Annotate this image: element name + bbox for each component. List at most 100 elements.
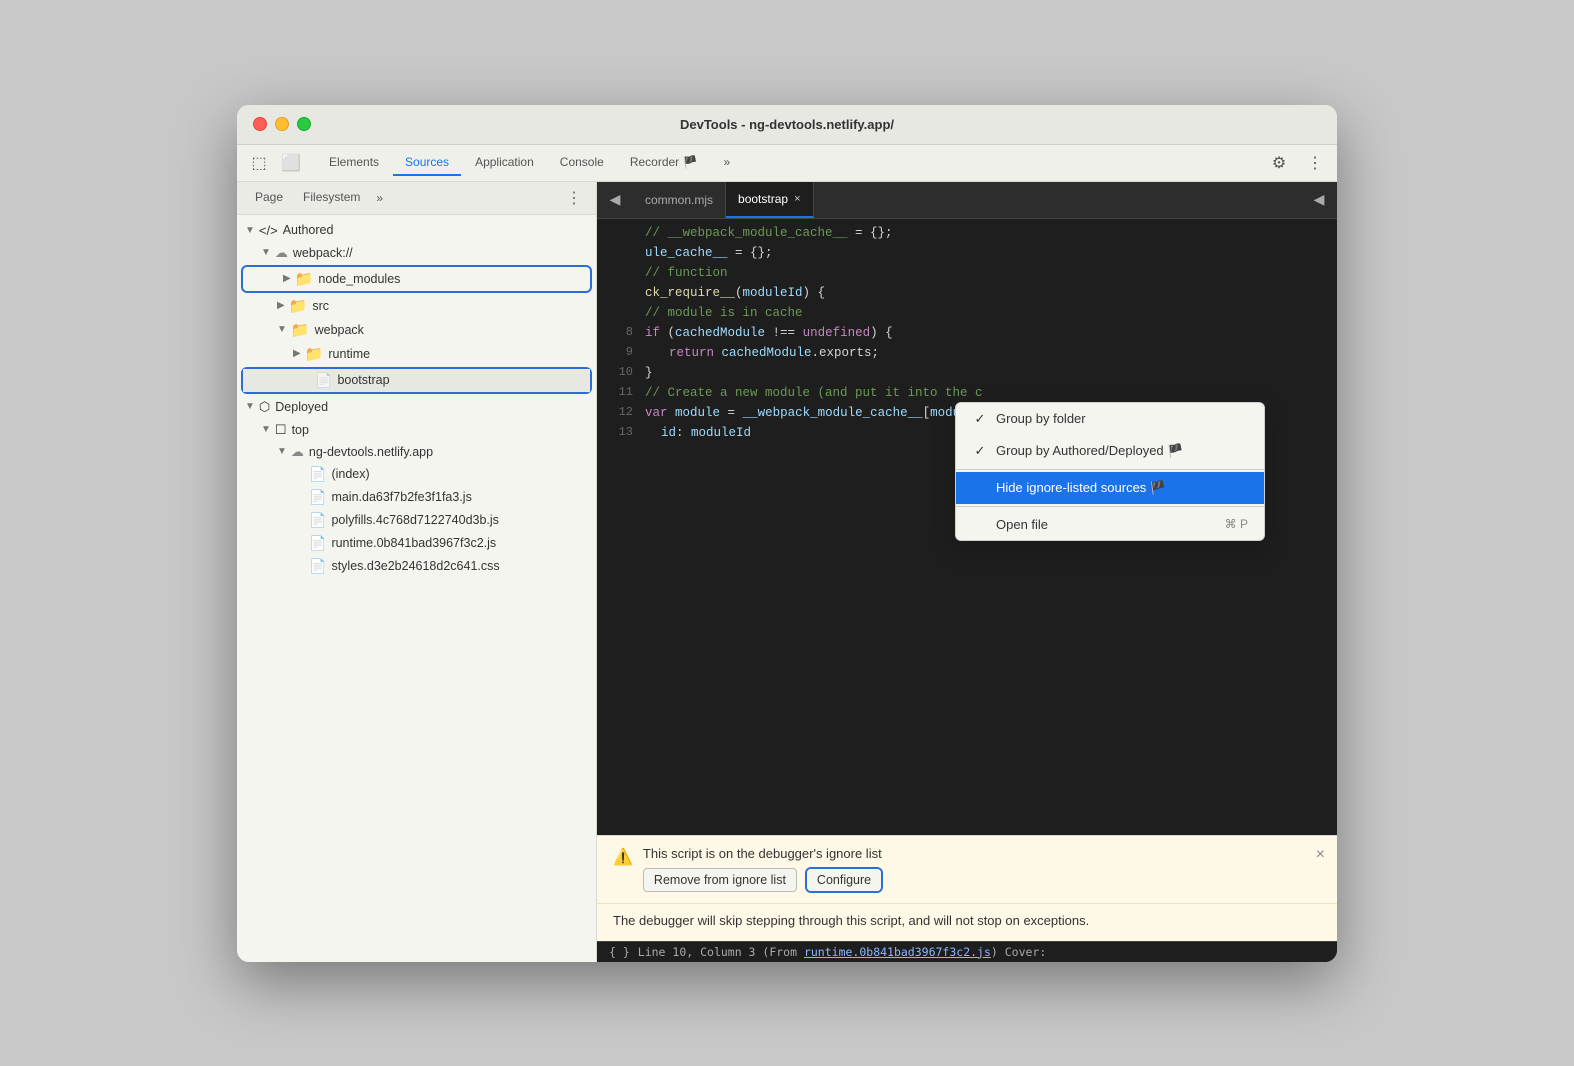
authored-section[interactable]: ▼ </> Authored [237,219,596,242]
editor-tab-bar: ◀ common.mjs bootstrap × ◀ [597,182,1337,219]
tab-sources[interactable]: Sources [393,150,461,176]
device-icon-btn[interactable]: ⬜ [277,149,305,177]
group-by-authored-item[interactable]: ✓ Group by Authored/Deployed 🏴 [956,435,1264,467]
tab-more[interactable]: » [711,150,742,176]
runtime-link[interactable]: runtime.0b841bad3967f3c2.js [804,945,991,959]
close-button[interactable] [253,117,267,131]
styles-file-icon: 📄 [309,558,326,575]
sidebar-tab-more[interactable]: » [370,185,389,211]
src-folder-icon: 📁 [289,297,308,315]
deployed-section[interactable]: ▼ ⬡ Deployed [237,395,596,419]
node-modules-box: ▶ 📁 node_modules [241,265,592,293]
top-label: top [292,423,309,437]
group-authored-label: Group by Authored/Deployed 🏴 [996,443,1183,459]
webpack-item[interactable]: ▼ ☁ webpack:// [237,242,596,264]
polyfills-label: polyfills.4c768d7122740d3b.js [331,513,499,527]
tab-recorder[interactable]: Recorder 🏴 [618,150,710,176]
settings-icon-btn[interactable]: ⚙ [1265,149,1293,177]
code-line-fn-def: ck_require__(moduleId) { [597,283,1337,303]
bootstrap-item[interactable]: 📄 bootstrap [243,369,590,392]
editor-tab-common[interactable]: common.mjs [633,182,726,218]
hide-ignore-listed-item[interactable]: Hide ignore-listed sources 🏴 [956,472,1264,504]
pretty-print-icon[interactable]: { } [609,945,630,959]
bootstrap-label: bootstrap [337,373,389,387]
src-item[interactable]: ▶ 📁 src [237,294,596,318]
cloud-icon: ☁ [275,245,288,261]
fullscreen-button[interactable] [297,117,311,131]
main-item[interactable]: 📄 main.da63f7b2fe3f1fa3.js [237,486,596,509]
code-line-11: 11 // Create a new module (and put it in… [597,383,1337,403]
group-authored-check: ✓ [972,443,988,459]
webpack-folder-icon: 📁 [291,321,310,339]
sidebar-tab-page[interactable]: Page [245,182,293,214]
remove-from-ignore-btn[interactable]: Remove from ignore list [643,868,797,892]
bootstrap-box: 📄 bootstrap [241,367,592,394]
context-menu: ✓ Group by folder ✓ Group by Authored/De… [955,402,1265,541]
node-modules-chevron: ▶ [283,273,291,284]
ng-devtools-chevron: ▼ [277,446,287,457]
authored-chevron: ▼ [245,225,255,236]
index-file-icon: 📄 [309,466,326,483]
polyfills-file-icon: 📄 [309,512,326,529]
deployed-label: Deployed [275,400,328,414]
code-line-8: 8 if (cachedModule !== undefined) { [597,323,1337,343]
close-warning-btn[interactable]: × [1316,846,1325,864]
runtime-file-item[interactable]: 📄 runtime.0b841bad3967f3c2.js [237,532,596,555]
webpack-folder-item[interactable]: ▼ 📁 webpack [237,318,596,342]
open-file-item[interactable]: Open file ⌘ P [956,509,1264,540]
polyfills-item[interactable]: 📄 polyfills.4c768d7122740d3b.js [237,509,596,532]
editor-collapse-btn[interactable]: ◀ [1305,186,1333,214]
warning-description: The debugger will skip stepping through … [597,904,1337,940]
sidebar-tab-bar: Page Filesystem » ⋮ [237,182,596,215]
editor-area: ◀ common.mjs bootstrap × ◀ // __webpack_… [597,182,1337,962]
code-line-cache-comment: // module is in cache [597,303,1337,323]
top-item[interactable]: ▼ ☐ top [237,419,596,441]
hide-ignore-label: Hide ignore-listed sources 🏴 [996,480,1166,496]
tab-elements[interactable]: Elements [317,150,391,176]
code-line-10: 10 } [597,363,1337,383]
configure-btn[interactable]: Configure [807,869,881,891]
editor-back-btn[interactable]: ◀ [601,186,629,214]
code-line-cache2: ule_cache__ = {}; [597,243,1337,263]
more-icon-btn[interactable]: ⋮ [1301,149,1329,177]
top-square-icon: ☐ [275,422,287,438]
code-line-cache: // __webpack_module_cache__ = {}; [597,223,1337,243]
traffic-lights [253,117,311,131]
tab-application[interactable]: Application [463,150,546,176]
minimize-button[interactable] [275,117,289,131]
group-by-folder-item[interactable]: ✓ Group by folder [956,403,1264,435]
warning-title: This script is on the debugger's ignore … [643,846,883,861]
webpack-folder-label: webpack [315,323,364,337]
deployed-cube-icon: ⬡ [259,399,270,415]
sidebar: Page Filesystem » ⋮ ▼ </> Authored ▼ ☁ w [237,182,597,962]
webpack-folder-chevron: ▼ [277,324,287,335]
webpack-chevron: ▼ [261,247,271,258]
close-bootstrap-tab-icon[interactable]: × [794,193,800,205]
main-toolbar: ⬚ ⬜ Elements Sources Application Console… [237,145,1337,182]
styles-item[interactable]: 📄 styles.d3e2b24618d2c641.css [237,555,596,578]
node-modules-item[interactable]: ▶ 📁 node_modules [243,267,590,291]
open-file-shortcut: ⌘ P [1225,517,1248,531]
runtime-label: runtime [328,347,370,361]
bottom-panel: ⚠️ This script is on the debugger's igno… [597,835,1337,940]
bootstrap-file-icon: 📄 [315,372,332,389]
ng-devtools-item[interactable]: ▼ ☁ ng-devtools.netlify.app [237,441,596,463]
index-item[interactable]: 📄 (index) [237,463,596,486]
group-folder-check: ✓ [972,411,988,427]
common-tab-label: common.mjs [645,193,713,207]
runtime-item[interactable]: ▶ 📁 runtime [237,342,596,366]
open-file-label: Open file [996,517,1048,532]
authored-code-icon: </> [259,223,278,238]
devtools-window: DevTools - ng-devtools.netlify.app/ ⬚ ⬜ … [237,105,1337,962]
warning-actions: Remove from ignore list Configure [643,867,883,893]
editor-tab-bootstrap[interactable]: bootstrap × [726,182,813,218]
toolbar-icons: ⬚ ⬜ [245,149,305,177]
sidebar-tab-filesystem[interactable]: Filesystem [293,182,370,214]
dropdown-divider-2 [956,506,1264,507]
cursor-icon-btn[interactable]: ⬚ [245,149,273,177]
sidebar-options-icon[interactable]: ⋮ [560,182,588,214]
src-label: src [312,299,329,313]
styles-label: styles.d3e2b24618d2c641.css [331,559,499,573]
top-chevron: ▼ [261,424,271,435]
tab-console[interactable]: Console [548,150,616,176]
